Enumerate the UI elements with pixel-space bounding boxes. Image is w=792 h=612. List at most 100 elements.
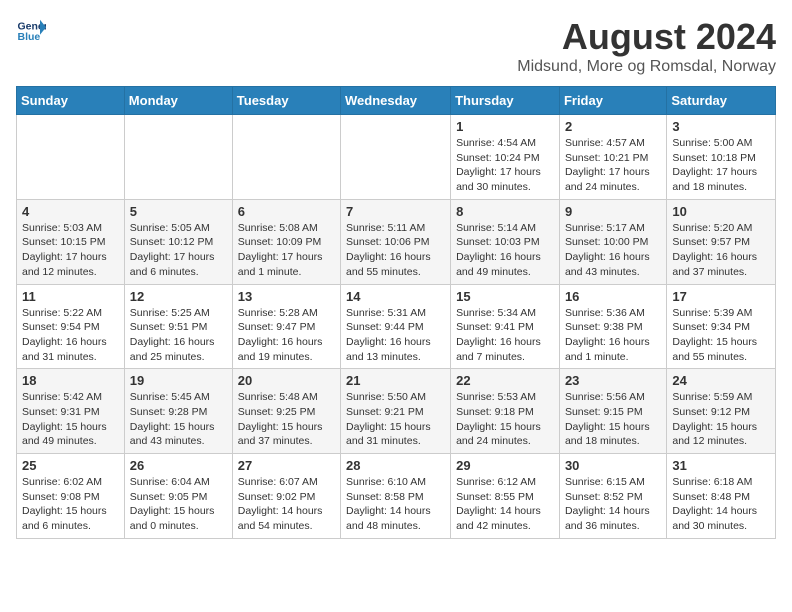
weekday-header: Saturday: [667, 87, 776, 115]
calendar-day-cell: 16 Sunrise: 5:36 AM Sunset: 9:38 PM Dayli…: [559, 284, 666, 369]
subtitle: Midsund, More og Romsdal, Norway: [517, 58, 776, 76]
calendar-day-cell: 13 Sunrise: 5:28 AM Sunset: 9:47 PM Dayli…: [232, 284, 340, 369]
calendar-day-cell: 26Sunrise: 6:04 AM Sunset: 9:05 PM Dayli…: [124, 454, 232, 539]
day-number: 20: [238, 373, 335, 388]
day-number: 3: [672, 119, 770, 134]
day-number: 11: [22, 289, 119, 304]
day-info: Sunrise: 5:00 AM Sunset: 10:18 PM Daylig…: [672, 136, 770, 195]
day-info: Sunrise: 5:14 AM Sunset: 10:03 PM Daylig…: [456, 221, 554, 280]
day-number: 10: [672, 204, 770, 219]
calendar-day-cell: 17 Sunrise: 5:39 AM Sunset: 9:34 PM Dayli…: [667, 284, 776, 369]
day-info: Sunrise: 4:57 AM Sunset: 10:21 PM Daylig…: [565, 136, 661, 195]
calendar-day-cell: 30 Sunrise: 6:15 AM Sunset: 8:52 PM Dayli…: [559, 454, 666, 539]
day-info: Sunrise: 5:42 AM Sunset: 9:31 PM Dayligh…: [22, 390, 119, 449]
day-number: 16: [565, 289, 661, 304]
day-number: 15: [456, 289, 554, 304]
calendar-day-cell: 10 Sunrise: 5:20 AM Sunset: 9:57 PM Dayli…: [667, 199, 776, 284]
day-number: 13: [238, 289, 335, 304]
day-number: 22: [456, 373, 554, 388]
day-number: 2: [565, 119, 661, 134]
weekday-header: Wednesday: [341, 87, 451, 115]
day-number: 14: [346, 289, 445, 304]
day-number: 30: [565, 458, 661, 473]
weekday-header: Tuesday: [232, 87, 340, 115]
calendar-day-cell: 6 Sunrise: 5:08 AM Sunset: 10:09 PM Dayli…: [232, 199, 340, 284]
day-number: 25: [22, 458, 119, 473]
calendar-header-row: SundayMondayTuesdayWednesdayThursdayFrid…: [17, 87, 776, 115]
day-number: 12: [130, 289, 227, 304]
calendar-day-cell: [341, 115, 451, 200]
day-info: Sunrise: 5:31 AM Sunset: 9:44 PM Dayligh…: [346, 306, 445, 365]
calendar-day-cell: 23 Sunrise: 5:56 AM Sunset: 9:15 PM Dayli…: [559, 369, 666, 454]
day-info: Sunrise: 5:17 AM Sunset: 10:00 PM Daylig…: [565, 221, 661, 280]
calendar-day-cell: 29 Sunrise: 6:12 AM Sunset: 8:55 PM Dayli…: [451, 454, 560, 539]
day-info: Sunrise: 6:04 AM Sunset: 9:05 PM Dayligh…: [130, 475, 227, 534]
main-title: August 2024: [517, 16, 776, 58]
calendar-day-cell: 15 Sunrise: 5:34 AM Sunset: 9:41 PM Dayli…: [451, 284, 560, 369]
day-info: Sunrise: 6:12 AM Sunset: 8:55 PM Dayligh…: [456, 475, 554, 534]
calendar-day-cell: 4 Sunrise: 5:03 AM Sunset: 10:15 PM Dayli…: [17, 199, 125, 284]
logo-icon: General Blue: [16, 16, 46, 46]
calendar-day-cell: 18 Sunrise: 5:42 AM Sunset: 9:31 PM Dayli…: [17, 369, 125, 454]
calendar-day-cell: 9 Sunrise: 5:17 AM Sunset: 10:00 PM Dayli…: [559, 199, 666, 284]
calendar-day-cell: 21 Sunrise: 5:50 AM Sunset: 9:21 PM Dayli…: [341, 369, 451, 454]
calendar-day-cell: [17, 115, 125, 200]
calendar-day-cell: 8 Sunrise: 5:14 AM Sunset: 10:03 PM Dayli…: [451, 199, 560, 284]
day-info: Sunrise: 5:56 AM Sunset: 9:15 PM Dayligh…: [565, 390, 661, 449]
calendar-day-cell: 5 Sunrise: 5:05 AM Sunset: 10:12 PM Dayli…: [124, 199, 232, 284]
day-info: Sunrise: 5:59 AM Sunset: 9:12 PM Dayligh…: [672, 390, 770, 449]
weekday-header: Thursday: [451, 87, 560, 115]
calendar-table: SundayMondayTuesdayWednesdayThursdayFrid…: [16, 86, 776, 539]
page-header: General Blue August 2024 Midsund, More o…: [16, 16, 776, 76]
day-info: Sunrise: 5:03 AM Sunset: 10:15 PM Daylig…: [22, 221, 119, 280]
day-number: 21: [346, 373, 445, 388]
weekday-header: Monday: [124, 87, 232, 115]
day-info: Sunrise: 5:48 AM Sunset: 9:25 PM Dayligh…: [238, 390, 335, 449]
calendar-day-cell: 27Sunrise: 6:07 AM Sunset: 9:02 PM Dayli…: [232, 454, 340, 539]
day-number: 8: [456, 204, 554, 219]
calendar-day-cell: 3 Sunrise: 5:00 AM Sunset: 10:18 PM Dayli…: [667, 115, 776, 200]
calendar-week-row: 4 Sunrise: 5:03 AM Sunset: 10:15 PM Dayli…: [17, 199, 776, 284]
day-info: Sunrise: 5:08 AM Sunset: 10:09 PM Daylig…: [238, 221, 335, 280]
day-number: 23: [565, 373, 661, 388]
day-info: Sunrise: 5:20 AM Sunset: 9:57 PM Dayligh…: [672, 221, 770, 280]
day-info: Sunrise: 5:50 AM Sunset: 9:21 PM Dayligh…: [346, 390, 445, 449]
day-number: 7: [346, 204, 445, 219]
day-info: Sunrise: 5:36 AM Sunset: 9:38 PM Dayligh…: [565, 306, 661, 365]
day-info: Sunrise: 6:02 AM Sunset: 9:08 PM Dayligh…: [22, 475, 119, 534]
day-number: 18: [22, 373, 119, 388]
day-info: Sunrise: 5:45 AM Sunset: 9:28 PM Dayligh…: [130, 390, 227, 449]
day-info: Sunrise: 5:28 AM Sunset: 9:47 PM Dayligh…: [238, 306, 335, 365]
day-number: 27: [238, 458, 335, 473]
day-info: Sunrise: 5:39 AM Sunset: 9:34 PM Dayligh…: [672, 306, 770, 365]
day-number: 31: [672, 458, 770, 473]
day-number: 19: [130, 373, 227, 388]
calendar-day-cell: 22 Sunrise: 5:53 AM Sunset: 9:18 PM Dayli…: [451, 369, 560, 454]
day-info: Sunrise: 5:53 AM Sunset: 9:18 PM Dayligh…: [456, 390, 554, 449]
calendar-week-row: 25 Sunrise: 6:02 AM Sunset: 9:08 PM Dayli…: [17, 454, 776, 539]
day-info: Sunrise: 5:34 AM Sunset: 9:41 PM Dayligh…: [456, 306, 554, 365]
calendar-week-row: 1 Sunrise: 4:54 AM Sunset: 10:24 PM Dayli…: [17, 115, 776, 200]
calendar-day-cell: 28 Sunrise: 6:10 AM Sunset: 8:58 PM Dayli…: [341, 454, 451, 539]
day-info: Sunrise: 5:25 AM Sunset: 9:51 PM Dayligh…: [130, 306, 227, 365]
title-block: August 2024 Midsund, More og Romsdal, No…: [517, 16, 776, 76]
day-info: Sunrise: 5:05 AM Sunset: 10:12 PM Daylig…: [130, 221, 227, 280]
day-number: 4: [22, 204, 119, 219]
day-number: 5: [130, 204, 227, 219]
calendar-day-cell: 14 Sunrise: 5:31 AM Sunset: 9:44 PM Dayli…: [341, 284, 451, 369]
day-info: Sunrise: 6:15 AM Sunset: 8:52 PM Dayligh…: [565, 475, 661, 534]
calendar-day-cell: 24Sunrise: 5:59 AM Sunset: 9:12 PM Dayli…: [667, 369, 776, 454]
calendar-day-cell: 12 Sunrise: 5:25 AM Sunset: 9:51 PM Dayli…: [124, 284, 232, 369]
day-number: 6: [238, 204, 335, 219]
weekday-header: Sunday: [17, 87, 125, 115]
day-number: 28: [346, 458, 445, 473]
day-info: Sunrise: 4:54 AM Sunset: 10:24 PM Daylig…: [456, 136, 554, 195]
calendar-day-cell: 20 Sunrise: 5:48 AM Sunset: 9:25 PM Dayli…: [232, 369, 340, 454]
day-number: 9: [565, 204, 661, 219]
calendar-day-cell: 11Sunrise: 5:22 AM Sunset: 9:54 PM Dayli…: [17, 284, 125, 369]
day-number: 17: [672, 289, 770, 304]
day-number: 1: [456, 119, 554, 134]
calendar-day-cell: 1 Sunrise: 4:54 AM Sunset: 10:24 PM Dayli…: [451, 115, 560, 200]
day-info: Sunrise: 6:10 AM Sunset: 8:58 PM Dayligh…: [346, 475, 445, 534]
day-number: 29: [456, 458, 554, 473]
